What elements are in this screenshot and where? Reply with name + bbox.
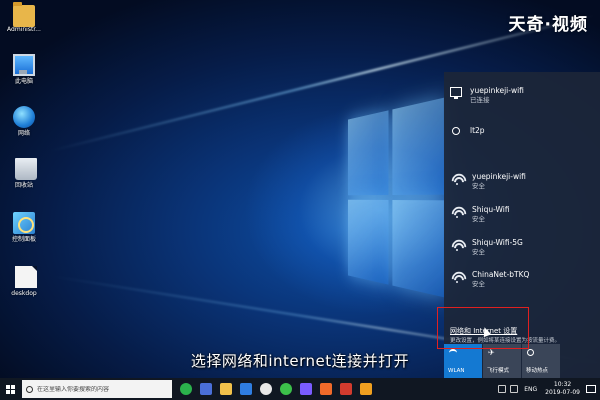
wifi-icon bbox=[450, 239, 464, 253]
computer-icon bbox=[13, 54, 35, 76]
network-item-l2tp[interactable]: lt2p bbox=[444, 120, 600, 154]
recycle-bin-icon bbox=[15, 158, 37, 180]
network-status: 安全 bbox=[472, 215, 485, 223]
network-flyout: yuepinkeji-wifi 已连接 lt2p yuepinkeji-wifi… bbox=[444, 72, 600, 378]
desktop-icon-administrator[interactable]: Administr... bbox=[2, 2, 46, 34]
app-icon[interactable] bbox=[360, 383, 372, 395]
folder-icon bbox=[13, 2, 35, 27]
network-item-wifi[interactable]: yuepinkeji-wifi 安全 bbox=[444, 166, 600, 200]
network-status: 已连接 bbox=[470, 96, 490, 104]
desktop-icon-label: 回收站 bbox=[14, 182, 33, 189]
desktop-icon-label: deskdop bbox=[11, 290, 37, 297]
video-watermark: 天奇·视频 bbox=[508, 15, 588, 35]
network-status: 安全 bbox=[472, 280, 485, 288]
language-indicator[interactable]: ENG bbox=[524, 386, 537, 393]
desktop-icon-this-pc[interactable]: 此电脑 bbox=[2, 54, 46, 86]
start-button[interactable] bbox=[0, 378, 20, 400]
desktop-icon-recycle-bin[interactable]: 回收站 bbox=[2, 158, 46, 190]
network-settings-section: 网络和 Internet 设置 更改设置，例如将某连接设置为按流量计费。 bbox=[444, 318, 600, 344]
network-status: 安全 bbox=[472, 248, 485, 256]
taskbar-apps bbox=[176, 383, 376, 395]
network-item-wifi[interactable]: Shiqu-Wifi 安全 bbox=[444, 199, 600, 233]
wechat-icon[interactable] bbox=[280, 383, 292, 395]
desktop-icon-network[interactable]: 网络 bbox=[2, 106, 46, 138]
file-icon bbox=[14, 266, 37, 288]
store-icon[interactable] bbox=[240, 383, 252, 395]
chrome-icon[interactable] bbox=[260, 383, 272, 395]
network-name: Shiqu-Wifi bbox=[472, 205, 510, 214]
network-tray-icon[interactable] bbox=[498, 385, 507, 393]
network-item-connected[interactable]: yuepinkeji-wifi 已连接 bbox=[444, 80, 600, 114]
desktop-icon-control-panel[interactable]: 控制面板 bbox=[2, 212, 46, 244]
notification-center-icon[interactable] bbox=[586, 385, 596, 393]
network-globe-icon bbox=[13, 106, 35, 128]
app-icon[interactable] bbox=[320, 383, 332, 395]
taskbar-search[interactable] bbox=[22, 380, 172, 398]
clock-time: 10:32 bbox=[553, 381, 572, 388]
volume-icon[interactable] bbox=[510, 385, 519, 393]
network-name: lt2p bbox=[470, 126, 485, 135]
video-subtitle: 选择网络和internet连接并打开 bbox=[190, 352, 410, 370]
network-item-wifi[interactable]: ChinaNet-bTKQ 安全 bbox=[444, 264, 600, 298]
taskbar: ENG 10:32 2019-07-09 bbox=[0, 378, 600, 400]
clock[interactable]: 10:32 2019-07-09 bbox=[545, 381, 580, 397]
vpn-icon bbox=[452, 127, 460, 135]
desktop-icon-label: 网络 bbox=[17, 130, 30, 137]
system-tray: ENG 10:32 2019-07-09 bbox=[496, 378, 600, 400]
wifi-icon bbox=[450, 173, 464, 187]
clock-date: 2019-07-09 bbox=[545, 389, 580, 396]
control-panel-icon bbox=[13, 212, 35, 234]
app-icon[interactable] bbox=[300, 383, 312, 395]
network-name: yuepinkeji-wifi bbox=[472, 172, 526, 181]
app-icon[interactable] bbox=[340, 383, 352, 395]
ethernet-monitor-icon bbox=[450, 87, 462, 99]
network-name: Shiqu-Wifi-5G bbox=[472, 238, 523, 247]
desktop-icon-label: 控制面板 bbox=[11, 236, 36, 243]
search-input[interactable] bbox=[37, 385, 167, 393]
network-item-wifi[interactable]: Shiqu-Wifi-5G 安全 bbox=[444, 232, 600, 266]
desktop-icon-label: Administr... bbox=[7, 26, 41, 33]
desktop-icon-label: 此电脑 bbox=[14, 78, 33, 85]
wifi-icon bbox=[450, 271, 464, 285]
task-view-icon[interactable] bbox=[200, 383, 212, 395]
network-name: ChinaNet-bTKQ bbox=[472, 270, 530, 279]
network-name: yuepinkeji-wifi bbox=[470, 86, 524, 95]
browser-360-icon[interactable] bbox=[180, 383, 192, 395]
network-status: 安全 bbox=[472, 182, 485, 190]
search-icon bbox=[26, 385, 33, 393]
wifi-icon bbox=[450, 206, 464, 220]
desktop-icon-deskdop[interactable]: deskdop bbox=[2, 266, 46, 298]
windows-logo-wallpaper bbox=[347, 97, 444, 298]
file-explorer-icon[interactable] bbox=[220, 383, 232, 395]
